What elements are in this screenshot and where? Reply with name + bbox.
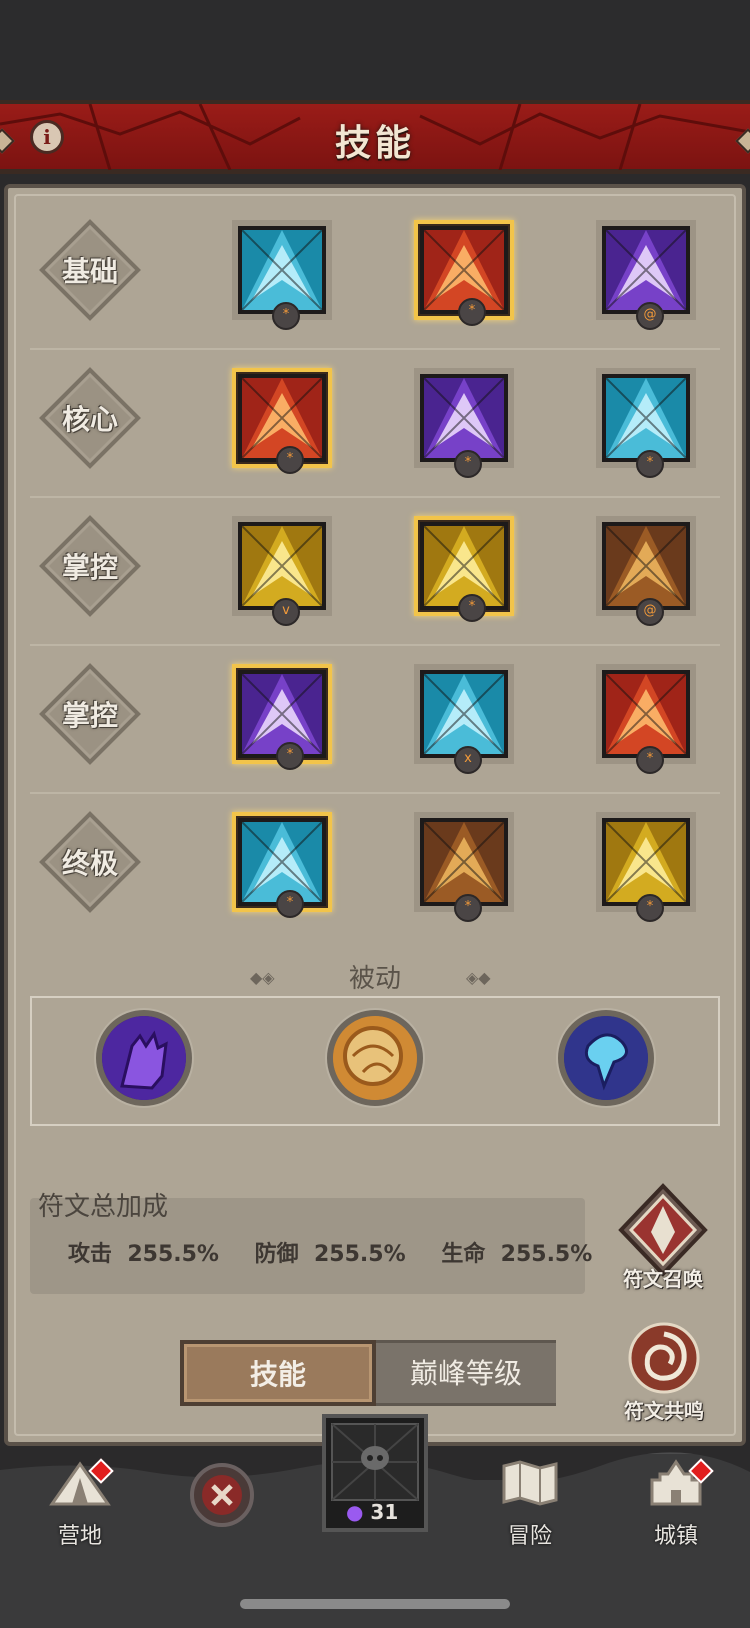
category-label: 掌控 (61, 699, 118, 732)
rune-bonus-title: 符文总加成 (38, 1192, 169, 1222)
crown-spikes-icon (238, 522, 326, 610)
rune-socket-icon: * (636, 746, 664, 774)
home-indicator (240, 1599, 510, 1609)
skill-slot-lightning-orb-icon[interactable]: * (232, 664, 332, 770)
tab-peak-level[interactable]: 巅峰等级 (376, 1340, 556, 1406)
rune-socket-icon: * (636, 450, 664, 478)
rune-resonance-icon (628, 1322, 700, 1394)
category-label: 核心 (61, 403, 118, 436)
rune-socket-icon: * (458, 594, 486, 622)
status-area (0, 0, 750, 100)
currency-display: ● 31 (346, 1500, 399, 1524)
skill-slot-ice-shards-icon[interactable]: * (596, 368, 696, 478)
snowflake-icon (420, 670, 508, 758)
rune-socket-icon: * (454, 450, 482, 478)
stat-life: 生命 255.5% (441, 1242, 593, 1267)
rune-socket-icon: * (272, 302, 300, 330)
skill-slot-shock-fist-icon[interactable]: * (414, 368, 514, 478)
rune-socket-icon: @ (636, 598, 664, 626)
rune-socket-icon: * (276, 742, 304, 770)
tab-skill[interactable]: 技能 (180, 1340, 376, 1406)
rune-socket-icon: x (454, 746, 482, 774)
skill-slot-fire-claw-icon[interactable]: * (414, 220, 514, 326)
category-label: 掌控 (61, 551, 118, 584)
rune-socket-icon: * (458, 298, 486, 326)
rune-socket-icon: @ (636, 302, 664, 330)
skill-slot-ice-tornado-icon[interactable]: * (232, 812, 332, 918)
ice-spear-icon (238, 226, 326, 314)
nav-skills-active[interactable]: ● 31 (322, 1414, 428, 1532)
passive-orb-purple-hand-icon[interactable] (96, 1010, 192, 1106)
soul-gem-icon: ● (346, 1500, 364, 1524)
fire-beast-icon (602, 670, 690, 758)
rune-socket-icon: v (272, 598, 300, 626)
page-title: 技能 (334, 123, 415, 164)
skill-slot-snowflake-icon[interactable]: x (414, 664, 514, 774)
title-banner: i 技能 (0, 100, 750, 174)
skill-slot-ice-spear-icon[interactable]: * (232, 220, 332, 330)
ornament-right-icon: ◈◆ (466, 968, 491, 987)
passive-orb-golden-stone-icon[interactable] (327, 1010, 423, 1106)
stat-attack: 攻击 255.5% (68, 1242, 219, 1267)
rune-socket-icon: * (276, 890, 304, 918)
nav-locked[interactable] (186, 1462, 258, 1534)
close-icon (190, 1463, 254, 1527)
rune-resonance-button[interactable]: 符文共鸣 (612, 1320, 716, 1424)
skill-slot-fire-beast-icon[interactable]: * (596, 664, 696, 774)
skill-slot-dash-figure-icon[interactable]: * (414, 516, 514, 622)
fire-vortex-icon (602, 522, 690, 610)
skill-slot-golden-figure-icon[interactable]: * (596, 812, 696, 922)
stat-defense: 防御 255.5% (254, 1242, 406, 1267)
nav-adventure[interactable]: 冒险 (490, 1458, 570, 1550)
tab-bar: 技能 巅峰等级 (180, 1340, 560, 1406)
category-label: 终极 (61, 847, 118, 880)
ice-shards-icon (602, 374, 690, 462)
rune-socket-icon: * (454, 894, 482, 922)
rune-summon-button[interactable]: 符文召唤 (608, 1182, 718, 1292)
rune-socket-icon: * (276, 446, 304, 474)
skill-slot-crown-spikes-icon[interactable]: v (232, 516, 332, 626)
map-icon (502, 1460, 558, 1506)
passive-orb-blue-spirit-icon[interactable] (558, 1010, 654, 1106)
skill-slot-fire-vortex-icon[interactable]: @ (596, 516, 696, 626)
rune-bonus-stats: 攻击 255.5% 防御 255.5% 生命 255.5% (68, 1236, 620, 1268)
passive-title: 被动 (348, 964, 401, 994)
shock-fist-icon (420, 374, 508, 462)
lightning-icon (602, 226, 690, 314)
category-label: 基础 (61, 255, 118, 288)
skill-slot-fireball-icon[interactable]: * (232, 368, 332, 474)
skill-slot-lightning-icon[interactable]: @ (596, 220, 696, 330)
clone-figures-icon (420, 818, 508, 906)
skill-slot-clone-figures-icon[interactable]: * (414, 812, 514, 922)
golden-figure-icon (602, 818, 690, 906)
rune-socket-icon: * (636, 894, 664, 922)
skull-emblem-icon (331, 1423, 419, 1501)
